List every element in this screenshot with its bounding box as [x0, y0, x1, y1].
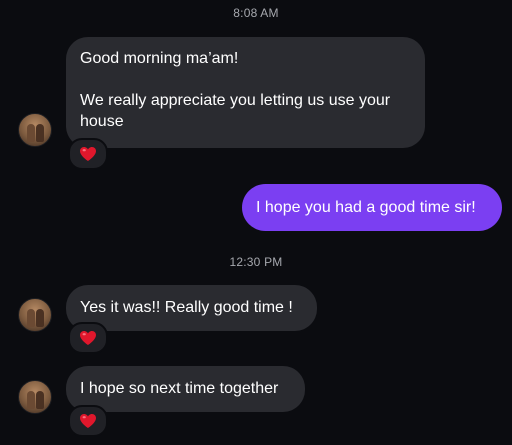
avatar-figure: [36, 124, 44, 142]
message-bubble-incoming[interactable]: I hope so next time together: [66, 366, 305, 412]
avatar-figure: [36, 309, 44, 327]
avatar-figure: [27, 309, 35, 327]
red-heart-icon: [80, 414, 96, 428]
reaction-badge[interactable]: [68, 322, 108, 354]
reaction-badge[interactable]: [68, 138, 108, 170]
avatar-figure: [27, 391, 35, 409]
message-bubble-outgoing[interactable]: I hope you had a good time sir!: [242, 184, 502, 231]
message-bubble-incoming[interactable]: Yes it was!! Really good time !: [66, 285, 317, 331]
reaction-badge[interactable]: [68, 405, 108, 437]
contact-avatar[interactable]: [18, 380, 52, 414]
timestamp: 8:08 AM: [233, 6, 279, 20]
red-heart-icon: [80, 331, 96, 345]
avatar-figure: [27, 124, 35, 142]
contact-avatar[interactable]: [18, 298, 52, 332]
contact-avatar[interactable]: [18, 113, 52, 147]
avatar-figure: [36, 391, 44, 409]
red-heart-icon: [80, 147, 96, 161]
timestamp: 12:30 PM: [229, 255, 283, 269]
message-bubble-incoming[interactable]: Good morning ma’am! We really appreciate…: [66, 37, 425, 148]
